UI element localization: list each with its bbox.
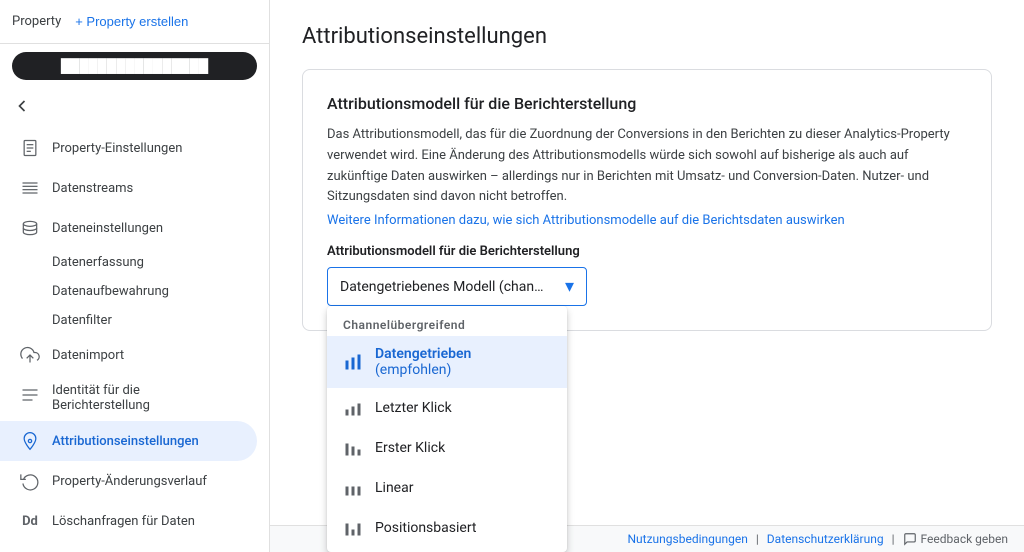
history-icon: [20, 471, 40, 491]
dropdown-wrapper: Datengetriebenes Modell (chan… ▾ Channel…: [327, 267, 587, 306]
sidebar-item-identitaet[interactable]: Identität für die Berichterstellung: [0, 375, 257, 421]
attribution-card: Attributionsmodell für die Berichterstel…: [302, 69, 992, 331]
sidebar-item-datenfilter[interactable]: Datenfilter: [0, 306, 257, 335]
upload-icon: [20, 345, 40, 365]
db-icon: [20, 218, 40, 238]
property-breadcrumb-label: Property: [12, 14, 61, 29]
feedback-button[interactable]: Feedback geben: [903, 532, 1008, 546]
sidebar-nav: Property-Einstellungen Datenstreams: [0, 124, 269, 545]
dropdown-item-label: Datengetrieben (empfohlen): [375, 346, 551, 378]
dropdown-item-datengetrieben[interactable]: Datengetrieben (empfohlen): [327, 336, 567, 388]
datenschutz-link[interactable]: Datenschutzerklärung: [767, 532, 884, 546]
card-title: Attributionsmodell für die Berichterstel…: [327, 94, 967, 113]
sidebar-sub-item-label: Datenfilter: [52, 313, 112, 328]
bar-chart-icon: [343, 352, 363, 372]
bar-chart-small-icon: [343, 398, 363, 418]
sidebar-item-loeschanfragen[interactable]: Dd Löschanfragen für Daten: [0, 501, 257, 541]
sidebar: Property + Property erstellen ██████████…: [0, 0, 270, 552]
sidebar-header: Property + Property erstellen: [0, 0, 269, 44]
dropdown-item-label: Letzter Klick: [375, 400, 452, 416]
bar-chart-linear-icon: [343, 478, 363, 498]
dropdown-item-label: Linear: [375, 480, 413, 496]
sidebar-item-attributionseinstellungen[interactable]: Attributionseinstellungen: [0, 421, 257, 461]
feedback-icon: [903, 532, 917, 546]
feedback-label: Feedback geben: [921, 532, 1008, 546]
learn-more-link[interactable]: Weitere Informationen dazu, wie sich Att…: [327, 213, 845, 228]
sidebar-item-datenimport[interactable]: Datenimport: [0, 335, 257, 375]
sidebar-item-label: Identität für die Berichterstellung: [52, 383, 150, 413]
sidebar-item-property-settings[interactable]: Property-Einstellungen: [0, 128, 257, 168]
footer-divider-1: |: [756, 532, 759, 546]
create-property-button[interactable]: + Property erstellen: [67, 10, 196, 33]
sidebar-item-datenerfassung[interactable]: Datenerfassung: [0, 248, 257, 277]
sidebar-item-aenderungsverlauf[interactable]: Property-Änderungsverlauf: [0, 461, 257, 501]
identity-icon: [20, 385, 40, 405]
sidebar-item-label: Property-Einstellungen: [52, 141, 182, 156]
sidebar-item-label: Attributionseinstellungen: [52, 434, 199, 449]
dropdown-item-linear[interactable]: Linear: [327, 468, 567, 508]
nutzungsbedingungen-link[interactable]: Nutzungsbedingungen: [628, 532, 748, 546]
account-pill[interactable]: ████████████████: [12, 52, 257, 80]
item-suffix: (empfohlen): [375, 362, 451, 378]
dd-icon: Dd: [20, 511, 40, 531]
page-icon: [20, 138, 40, 158]
dropdown-item-label: Positionsbasiert: [375, 520, 476, 536]
sidebar-item-label: Löschanfragen für Daten: [52, 514, 195, 529]
sidebar-sub-item-label: Datenerfassung: [52, 255, 144, 270]
dropdown-item-positionsbasiert[interactable]: Positionsbasiert: [327, 508, 567, 548]
dropdown-group-label: Channelübergreifend: [327, 310, 567, 336]
dropdown-item-letzter-klick[interactable]: Letzter Klick: [327, 388, 567, 428]
sidebar-item-datenaufbewahrung[interactable]: Datenaufbewahrung: [0, 277, 257, 306]
footer-divider-2: |: [892, 532, 895, 546]
dropdown-current-value: Datengetriebenes Modell (chan…: [340, 279, 543, 295]
dropdown-item-erster-klick[interactable]: Erster Klick: [327, 428, 567, 468]
dropdown-item-label: Erster Klick: [375, 440, 445, 456]
sidebar-item-dateneinstellungen[interactable]: Dateneinstellungen: [0, 208, 257, 248]
back-button[interactable]: [0, 88, 269, 124]
page-title: Attributionseinstellungen: [302, 24, 992, 49]
streams-icon: [20, 178, 40, 198]
sidebar-item-label: Datenimport: [52, 348, 124, 363]
attribution-model-dropdown[interactable]: Datengetriebenes Modell (chan… ▾: [327, 267, 587, 306]
attribution-icon: [20, 431, 40, 451]
sidebar-item-label: Datenstreams: [52, 181, 133, 196]
field-label: Attributionsmodell für die Berichterstel…: [327, 244, 967, 259]
dropdown-menu: Channelübergreifend Datengetrieben (empf…: [327, 306, 567, 552]
card-description: Das Attributionsmodell, das für die Zuor…: [327, 125, 967, 208]
main-content: Attributionseinstellungen Attributionsmo…: [270, 0, 1024, 552]
sidebar-item-label: Dateneinstellungen: [52, 221, 163, 236]
bar-chart-first-icon: [343, 438, 363, 458]
sidebar-item-label: Property-Änderungsverlauf: [52, 474, 207, 489]
sidebar-item-datenstreams[interactable]: Datenstreams: [0, 168, 257, 208]
item-main-label: Datengetrieben: [375, 346, 471, 362]
chevron-down-icon: ▾: [565, 276, 574, 297]
back-icon: [12, 96, 32, 116]
sidebar-sub-item-label: Datenaufbewahrung: [52, 284, 169, 299]
bar-chart-position-icon: [343, 518, 363, 538]
